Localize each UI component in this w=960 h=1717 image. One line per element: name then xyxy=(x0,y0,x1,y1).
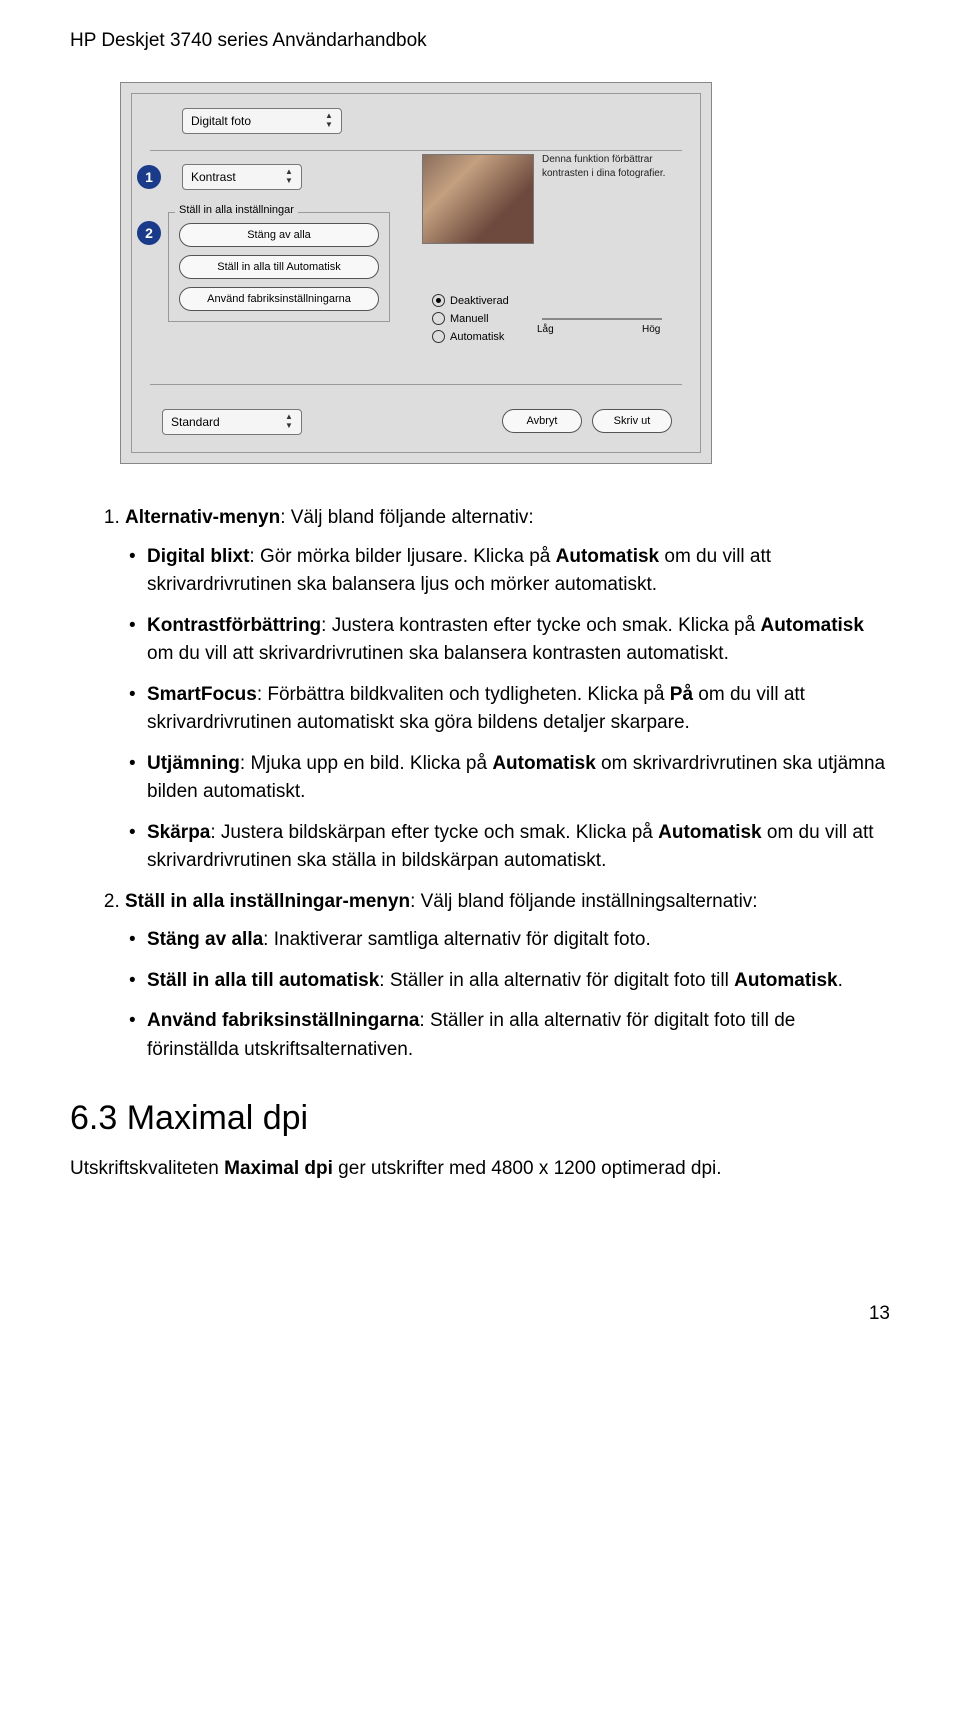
list-item-1: Alternativ-menyn: Välj bland följande al… xyxy=(125,504,890,876)
slider-low-label: Låg xyxy=(537,324,554,335)
page-header: HP Deskjet 3740 series Användarhandbok xyxy=(70,30,890,52)
sub-item: Kontrastförbättring: Justera kontrasten … xyxy=(147,612,890,669)
dialog-screenshot: 1 2 Digitalt foto ▲▼ Kontrast ▲▼ Denna f… xyxy=(120,82,712,464)
mode-dropdown[interactable]: Digitalt foto ▲▼ xyxy=(182,108,342,134)
factory-settings-button[interactable]: Använd fabriksinställningarna xyxy=(179,287,379,311)
callout-1: 1 xyxy=(137,165,161,189)
intensity-slider[interactable] xyxy=(542,318,662,320)
sub-item: Utjämning: Mjuka upp en bild. Klicka på … xyxy=(147,750,890,807)
kontrast-dropdown[interactable]: Kontrast ▲▼ xyxy=(182,164,302,190)
section-heading: 6.3 Maximal dpi xyxy=(70,1099,890,1138)
set-all-group: Ställ in alla inställningar Stäng av all… xyxy=(168,212,390,322)
radio-deaktiverad[interactable]: Deaktiverad xyxy=(432,294,509,307)
standard-label: Standard xyxy=(171,415,220,429)
spinner-icon: ▲▼ xyxy=(281,167,297,185)
set-all-auto-button[interactable]: Ställ in alla till Automatisk xyxy=(179,255,379,279)
radio-manuell[interactable]: Manuell xyxy=(432,312,489,325)
spinner-icon: ▲▼ xyxy=(281,412,297,430)
standard-dropdown[interactable]: Standard ▲▼ xyxy=(162,409,302,435)
sub-item: Använd fabriksinställningarna: Ställer i… xyxy=(147,1007,890,1064)
radio-deaktiverad-label: Deaktiverad xyxy=(450,295,509,307)
kontrast-label: Kontrast xyxy=(191,170,236,184)
sub-item: Ställ in alla till automatisk: Ställer i… xyxy=(147,967,890,996)
sub-item: Digital blixt: Gör mörka bilder ljusare.… xyxy=(147,543,890,600)
radio-manuell-label: Manuell xyxy=(450,313,489,325)
radio-automatisk[interactable]: Automatisk xyxy=(432,330,504,343)
preview-hint-2: kontrasten i dina fotografier. xyxy=(542,168,665,179)
radio-automatisk-label: Automatisk xyxy=(450,331,504,343)
section-paragraph: Utskriftskvaliteten Maximal dpi ger utsk… xyxy=(70,1156,890,1183)
page-number: 13 xyxy=(70,1303,890,1325)
callout-2: 2 xyxy=(137,221,161,245)
print-button[interactable]: Skriv ut xyxy=(592,409,672,433)
mode-dropdown-label: Digitalt foto xyxy=(191,114,251,128)
sub-item: Stäng av alla: Inaktiverar samtliga alte… xyxy=(147,926,890,955)
disable-all-button[interactable]: Stäng av alla xyxy=(179,223,379,247)
sub-item: Skärpa: Justera bildskärpan efter tycke … xyxy=(147,819,890,876)
radio-icon xyxy=(432,294,445,307)
photo-preview xyxy=(422,154,534,244)
slider-high-label: Hög xyxy=(642,324,660,335)
cancel-button[interactable]: Avbryt xyxy=(502,409,582,433)
radio-icon xyxy=(432,330,445,343)
instructions-list: Alternativ-menyn: Välj bland följande al… xyxy=(70,504,890,1064)
sub-item: SmartFocus: Förbättra bildkvaliten och t… xyxy=(147,681,890,738)
dialog-panel: Digitalt foto ▲▼ Kontrast ▲▼ Denna funkt… xyxy=(131,93,701,453)
preview-hint-1: Denna funktion förbättrar xyxy=(542,154,653,165)
set-all-group-label: Ställ in alla inställningar xyxy=(175,204,298,216)
list-item-2: Ställ in alla inställningar-menyn: Välj … xyxy=(125,888,890,1065)
spinner-icon: ▲▼ xyxy=(321,111,337,129)
radio-icon xyxy=(432,312,445,325)
